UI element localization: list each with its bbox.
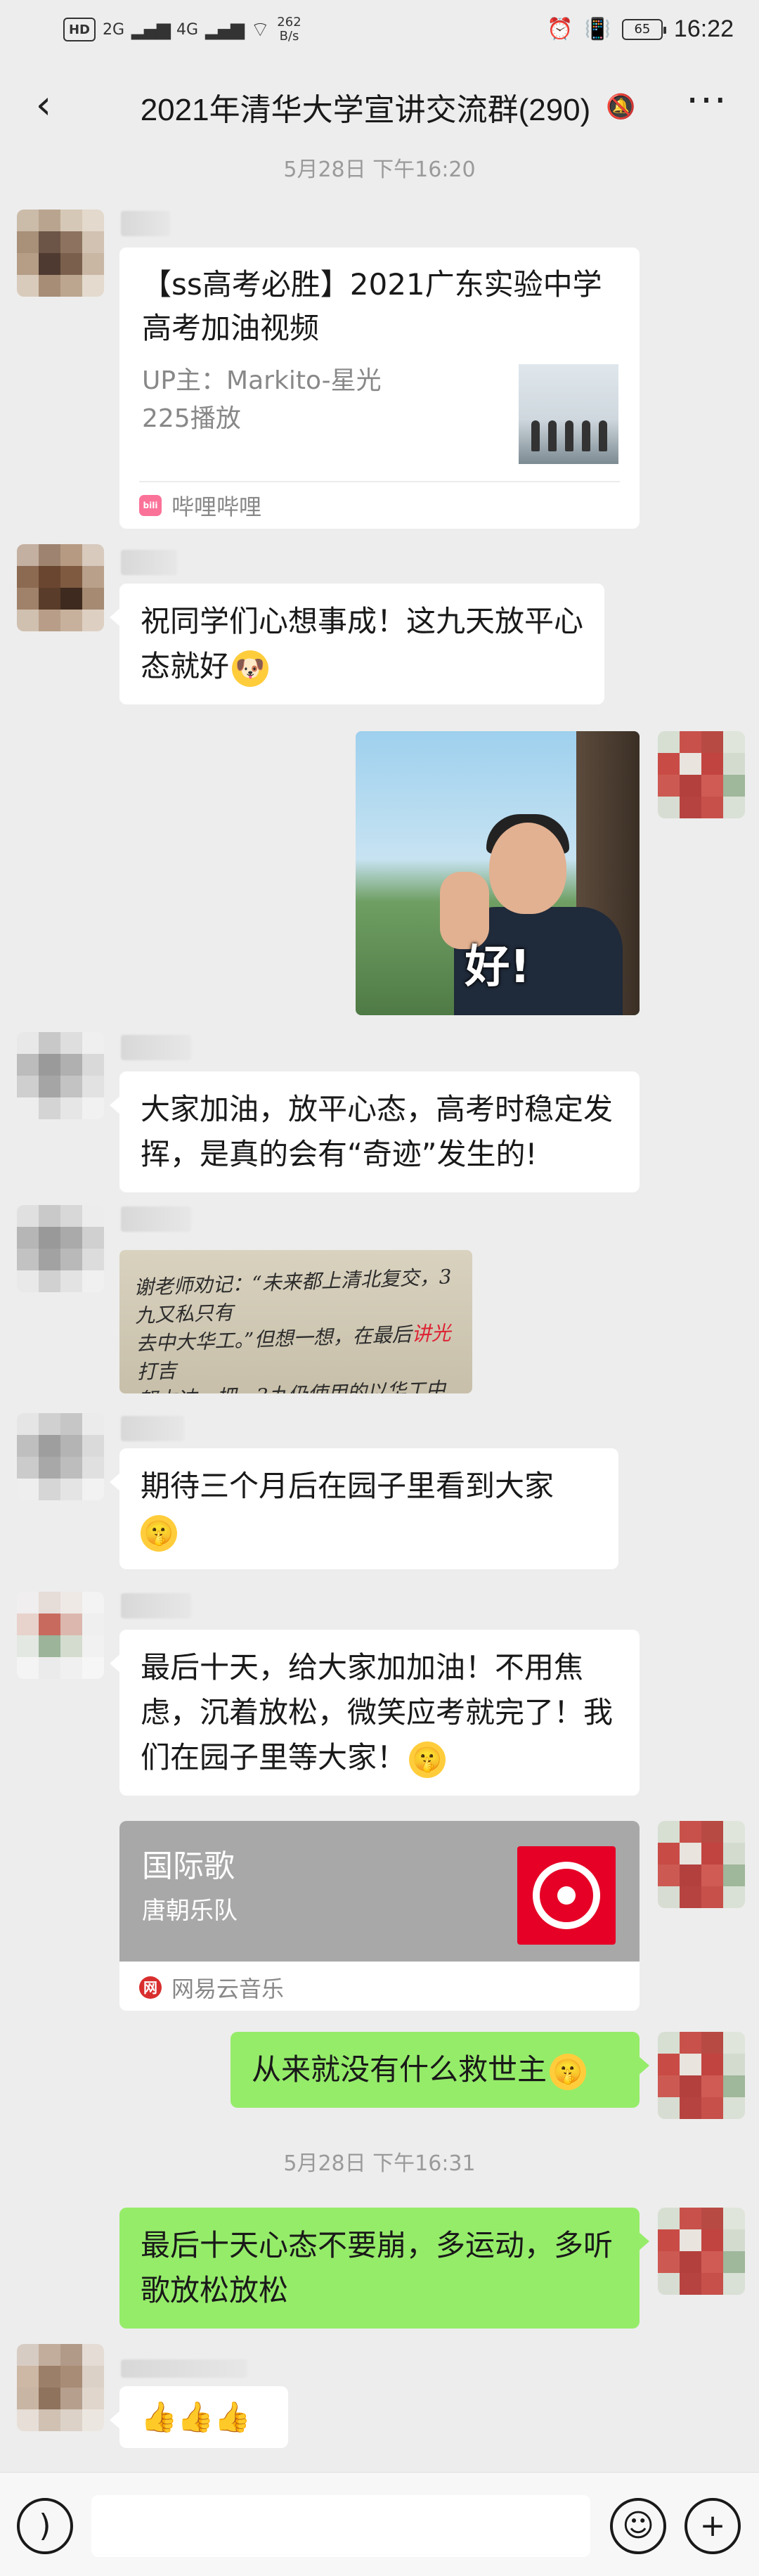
plus-icon: + (699, 2508, 726, 2544)
meme-caption: 好! (465, 941, 531, 993)
music-card-source-label: 网易云音乐 (171, 1976, 285, 2002)
emoji-icon: ☺ (622, 2508, 654, 2544)
hd-badge: HD (63, 18, 96, 41)
message-bubble-self[interactable]: 最后十天心态不要崩，多运动，多听歌放松放松 (119, 2208, 649, 2329)
self-avatar[interactable] (658, 2208, 745, 2295)
message-text: 最后十天心态不要崩，多运动，多听歌放松放松 (141, 2228, 614, 2307)
music-card[interactable]: 国际歌 唐朝乐队 网 网易云音乐 (119, 1821, 640, 2011)
speed-value: 262 (277, 15, 301, 30)
shush-emoji-icon: 🤫 (550, 2053, 587, 2090)
message-bubble[interactable]: 祝同学们心想事成！这九天放平心态就好 🐶 (110, 584, 604, 704)
back-button[interactable]: ‹ (21, 83, 66, 128)
thumbs-up-emoji-icon: 👍👍👍 (141, 2400, 251, 2434)
input-bar: ) ☺ + (0, 2472, 759, 2576)
more-dots-icon: ··· (686, 78, 728, 124)
message-bubble[interactable]: 最后十天，给大家加加油！不用焦虑，沉着放松，微笑应考就完了！我们在园子里等大家！… (110, 1630, 640, 1796)
avatar[interactable] (17, 2344, 104, 2431)
avatar[interactable] (17, 1205, 104, 1292)
card-divider (139, 481, 620, 482)
message-bubble[interactable]: 👍👍👍 (110, 2386, 288, 2448)
voice-button[interactable]: ) (17, 2498, 73, 2554)
link-card-thumbnail (519, 364, 618, 464)
self-avatar[interactable] (658, 2032, 745, 2119)
signal-4g-label: 4G (176, 20, 199, 39)
status-left: HD 2G ▂▄▆ 4G ▂▄▆ ⌔ 262 B/s (63, 15, 301, 44)
note-handwriting: 谢老师劝记：“未来都上清北复交，3九又私只有 去中大华工。”但想一想，在最后讲光… (134, 1265, 453, 1393)
more-button[interactable]: ··· (680, 82, 734, 124)
link-card-uploader: UP主：Markito-星光 (142, 366, 382, 395)
sender-name (121, 1206, 191, 1232)
timestamp: 5月28日 下午16:20 (283, 157, 476, 182)
timestamp: 5月28日 下午16:31 (283, 2151, 476, 2176)
netease-logo-icon: 网 (139, 1976, 162, 1999)
message-bubble[interactable]: 期待三个月后在园子里看到大家 🤫 (110, 1448, 618, 1569)
sender-name (121, 2359, 247, 2378)
link-card[interactable]: 【ss高考必胜】2021广东实验中学高考加油视频 UP主：Markito-星光 … (119, 247, 640, 529)
message-text: 最后十天，给大家加加油！不用焦虑，沉着放松，微笑应考就完了！我们在园子里等大家！ (141, 1650, 614, 1775)
music-artist: 唐朝乐队 (142, 1897, 238, 1925)
signal-icon: ▂▄▆ (131, 19, 171, 40)
signal-icon-2: ▂▄▆ (205, 19, 245, 40)
link-card-plays: 225播放 (142, 404, 241, 433)
link-card-source: bili 哔哩哔哩 (139, 489, 261, 522)
link-card-source-label: 哔哩哔哩 (171, 494, 262, 520)
sender-name (121, 211, 170, 236)
bilibili-logo-icon: bili (139, 495, 162, 516)
avatar[interactable] (17, 210, 104, 297)
clock: 16:22 (673, 15, 734, 42)
message-text: 期待三个月后在园子里看到大家 (141, 1469, 554, 1503)
signal-2g-label: 2G (103, 20, 125, 39)
meme-photo[interactable]: 好! (356, 731, 640, 1015)
self-avatar[interactable] (658, 1821, 745, 1908)
wifi-icon: ⌔ (250, 18, 271, 42)
avatar[interactable] (17, 544, 104, 631)
music-card-source: 网 网易云音乐 (139, 1971, 284, 2004)
message-bubble-self[interactable]: 从来就没有什么救世主 🤫 (231, 2032, 649, 2108)
avatar[interactable] (17, 1032, 104, 1119)
chevron-left-icon: ‹ (35, 82, 52, 128)
message-text: 祝同学们心想事成！这九天放平心态就好 (141, 604, 584, 683)
music-title: 国际歌 (142, 1848, 235, 1884)
netease-music-icon (517, 1846, 616, 1945)
sender-name (121, 1593, 191, 1618)
sender-name (121, 1035, 191, 1060)
status-bar: HD 2G ▂▄▆ 4G ▂▄▆ ⌔ 262 B/s ⏰ 📳 65 16:22 (0, 0, 759, 59)
doge-emoji-icon: 🐶 (232, 650, 269, 687)
status-right: ⏰ 📳 65 16:22 (547, 15, 734, 43)
vibrate-icon: 📳 (584, 17, 611, 41)
voice-icon: ) (39, 2508, 51, 2544)
emoji-button[interactable]: ☺ (610, 2498, 666, 2554)
chat-header: ‹ 2021年清华大学宣讲交流群(290) 🔕 ··· (0, 59, 759, 152)
self-avatar[interactable] (658, 731, 745, 818)
message-bubble[interactable]: 大家加油，放平心态，高考时稳定发挥，是真的会有“奇迹”发生的! (110, 1071, 640, 1192)
chat-title: 2021年清华大学宣讲交流群(290) (140, 93, 591, 127)
avatar[interactable] (17, 1413, 104, 1500)
link-card-title: 【ss高考必胜】2021广东实验中学高考加油视频 (142, 267, 602, 345)
bell-off-icon: 🔕 (606, 93, 636, 121)
network-speed: 262 B/s (277, 15, 301, 44)
avatar[interactable] (17, 1592, 104, 1679)
speed-unit: B/s (279, 29, 299, 44)
sender-name (121, 1416, 184, 1441)
plus-button[interactable]: + (685, 2498, 741, 2554)
alarm-icon: ⏰ (547, 17, 573, 41)
note-photo[interactable]: 谢老师劝记：“未来都上清北复交，3九又私只有 去中大华工。”但想一想，在最后讲光… (119, 1250, 472, 1393)
shush-emoji-icon: 🤫 (141, 1514, 177, 1552)
message-text: 大家加油，放平心态，高考时稳定发挥，是真的会有“奇迹”发生的! (141, 1092, 614, 1171)
message-text: 从来就没有什么救世主 (252, 2052, 547, 2087)
shush-emoji-icon: 🤫 (409, 1741, 446, 1778)
message-input[interactable] (91, 2495, 590, 2557)
sender-name (121, 550, 177, 575)
battery-indicator: 65 (621, 18, 666, 40)
